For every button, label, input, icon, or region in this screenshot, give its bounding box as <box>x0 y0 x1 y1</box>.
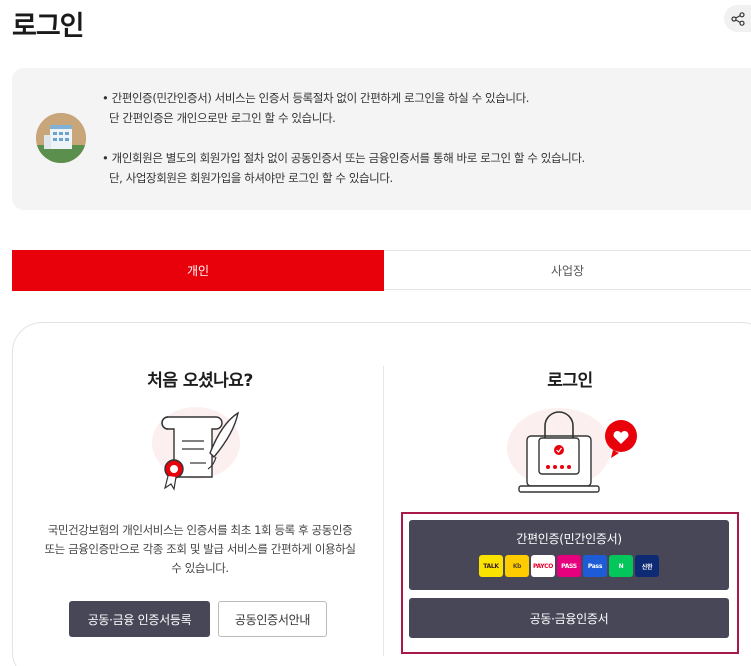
certificate-login-button[interactable]: 공동·금융인증서 <box>409 598 729 638</box>
login-section-title: 로그인 <box>547 371 593 391</box>
secure-laptop-icon <box>507 408 637 493</box>
column-divider <box>383 366 384 656</box>
shinhan-icon: 신한 <box>635 555 659 577</box>
naver-icon: N <box>609 555 633 577</box>
tab-personal[interactable]: 개인 <box>12 250 384 291</box>
certificate-guide-button[interactable]: 공동인증서안내 <box>218 601 327 637</box>
register-certificate-button[interactable]: 공동·금융 인증서등록 <box>69 601 210 637</box>
first-visit-title: 처음 오셨나요? <box>147 371 253 391</box>
notice-line-1: • 간편인증(민간인증서) 서비스는 인증서 등록절차 없이 간편하게 로그인을… <box>102 91 530 105</box>
payco-icon: PAYCO <box>531 555 555 577</box>
samsung-pass-icon: Pass <box>583 555 607 577</box>
notice-line-3: • 개인회원은 별도의 회원가입 절차 없이 공동인증서 또는 금융인증서를 통… <box>102 151 585 165</box>
share-button[interactable] <box>724 5 751 32</box>
simple-auth-button[interactable]: 간편인증(민간인증서) TALK Kb PAYCO PASS Pass N 신한 <box>409 520 729 590</box>
member-type-tabs: 개인 사업장 <box>12 250 751 291</box>
building-illustration-icon <box>36 113 86 163</box>
share-icon <box>730 11 745 26</box>
notice-line-2: 단 간편인증은 개인으로만 로그인 할 수 있습니다. <box>109 111 336 125</box>
provider-icons: TALK Kb PAYCO PASS Pass N 신한 <box>479 555 659 577</box>
tab-business[interactable]: 사업장 <box>384 250 751 291</box>
kb-icon: Kb <box>505 555 529 577</box>
kakao-talk-icon: TALK <box>479 555 503 577</box>
notice-box: • 간편인증(민간인증서) 서비스는 인증서 등록절차 없이 간편하게 로그인을… <box>12 68 751 210</box>
first-visit-description: 국민건강보험의 개인서비스는 인증서를 최초 1회 등록 후 공동인증 또는 금… <box>44 523 356 575</box>
simple-auth-label: 간편인증(민간인증서) <box>516 532 622 546</box>
certificate-scroll-icon <box>152 407 240 491</box>
page-title: 로그인 <box>12 11 85 42</box>
notice-line-4: 단, 사업장회원은 회원가입을 하셔야만 로그인 할 수 있습니다. <box>109 171 393 185</box>
pass-icon: PASS <box>557 555 581 577</box>
